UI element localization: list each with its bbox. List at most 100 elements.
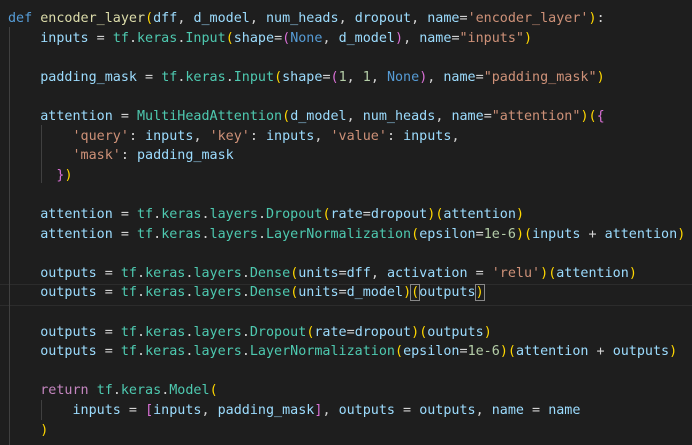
code-token: attention	[40, 207, 113, 222]
code-line[interactable]: attention = tf.keras.layers.LayerNormali…	[8, 225, 685, 245]
code-token: padding_mask	[137, 148, 234, 164]
code-token: dropout	[354, 324, 412, 340]
code-line[interactable]: attention = tf.keras.layers.Dropout(rate…	[8, 205, 524, 225]
code-token: 'query'	[72, 128, 129, 144]
code-token: LayerNormalization	[249, 344, 395, 360]
code-token: keras	[161, 226, 202, 242]
code-token: 'mask'	[72, 148, 121, 164]
code-token: ,	[403, 30, 420, 46]
code-token: attention	[40, 226, 113, 242]
code-token: encoder_layer	[40, 11, 146, 26]
code-token: Dropout	[249, 324, 307, 340]
code-token: dff	[346, 265, 371, 281]
code-token: shape	[282, 69, 323, 85]
code-token: =	[96, 324, 121, 340]
code-line[interactable]: inputs = tf.keras.Input(shape=(None, d_m…	[8, 29, 532, 49]
code-token: "inputs"	[459, 30, 525, 46]
code-token: .	[201, 207, 210, 222]
code-token: keras	[145, 285, 186, 301]
code-token: ,	[435, 109, 452, 124]
code-token: =	[459, 11, 468, 26]
code-token: =	[120, 403, 146, 418]
code-token: inputs	[40, 30, 89, 46]
code-line[interactable]: 'query': inputs, 'key': inputs, 'value':…	[8, 127, 460, 147]
code-token: name	[427, 11, 460, 26]
code-token: Dense	[249, 265, 291, 281]
code-token: ,	[338, 11, 355, 26]
code-token: .	[241, 265, 250, 281]
code-token: Dense	[249, 285, 291, 301]
code-token: :	[128, 128, 146, 144]
code-token: inputs	[403, 128, 452, 144]
code-token: .	[241, 344, 250, 360]
code-token: Dropout	[266, 207, 323, 222]
code-token: units	[298, 285, 339, 301]
code-token: epsilon	[419, 226, 476, 242]
code-token: name	[548, 403, 581, 418]
code-token: .	[225, 69, 234, 85]
code-token: outputs	[40, 285, 97, 301]
code-token: 'value'	[330, 128, 387, 144]
code-token: =	[112, 207, 137, 222]
code-token: :	[249, 128, 266, 144]
code-token: )	[515, 226, 524, 242]
code-line[interactable]: padding_mask = tf.keras.Input(shape=(1, …	[8, 68, 604, 88]
code-token: =	[274, 30, 283, 46]
code-line[interactable]: return tf.keras.Model(	[8, 381, 218, 401]
code-token: MultiHeadAttention	[137, 109, 283, 124]
code-token: tf	[96, 383, 113, 399]
code-line[interactable]: def encoder_layer(dff, d_model, num_head…	[8, 9, 605, 29]
code-token: .	[137, 344, 146, 360]
code-token: tf	[137, 207, 154, 222]
code-line[interactable]: outputs = tf.keras.layers.Dense(units=df…	[8, 264, 637, 284]
code-token: tf	[120, 285, 137, 301]
code-token: num_heads	[266, 11, 339, 26]
code-token: (	[225, 30, 234, 46]
code-token: keras	[120, 383, 162, 399]
code-token: =	[338, 265, 347, 281]
code-token: .	[241, 285, 250, 301]
code-token: name	[443, 69, 476, 85]
code-token: 'relu'	[491, 265, 541, 281]
code-line[interactable]: attention = MultiHeadAttention(d_model, …	[8, 107, 604, 127]
code-token: 1e-6	[467, 344, 500, 360]
code-token: .	[257, 226, 266, 242]
code-token: 1	[338, 69, 347, 85]
code-token: )	[524, 30, 533, 46]
code-token: d_model	[193, 11, 250, 26]
code-line[interactable]: })	[8, 166, 72, 186]
code-token: outputs	[427, 324, 484, 340]
code-line[interactable]: outputs = tf.keras.layers.LayerNormaliza…	[8, 342, 677, 362]
code-editor[interactable]: def encoder_layer(dff, d_model, num_head…	[0, 0, 692, 445]
code-token: (	[588, 109, 597, 124]
code-token: inputs	[72, 403, 121, 418]
code-token: .	[137, 265, 146, 281]
code-line[interactable]: )	[8, 421, 48, 441]
code-token: ,	[177, 11, 194, 26]
code-line[interactable]: outputs = tf.keras.layers.Dropout(rate=d…	[8, 323, 492, 343]
code-token: LayerNormalization	[266, 226, 412, 242]
code-token: (	[209, 383, 218, 399]
code-token: =	[96, 285, 121, 301]
code-token: .	[137, 324, 146, 340]
code-token: ,	[193, 128, 210, 144]
code-token: 'key'	[209, 128, 250, 144]
code-token: name	[419, 30, 452, 46]
code-token: name	[491, 403, 524, 418]
code-token: =	[338, 285, 347, 301]
code-token: keras	[185, 69, 226, 85]
code-line[interactable]: 'mask': padding_mask	[8, 146, 234, 166]
code-token: name	[451, 109, 484, 124]
code-token: outputs	[419, 403, 476, 418]
code-token: (	[395, 344, 404, 360]
code-line[interactable]: outputs = tf.keras.layers.Dense(units=d_…	[8, 283, 485, 303]
code-token: ,	[346, 69, 363, 85]
code-token: ,	[475, 403, 492, 418]
code-token: .	[153, 207, 162, 222]
code-line[interactable]: inputs = [inputs, padding_mask], outputs…	[8, 401, 581, 421]
